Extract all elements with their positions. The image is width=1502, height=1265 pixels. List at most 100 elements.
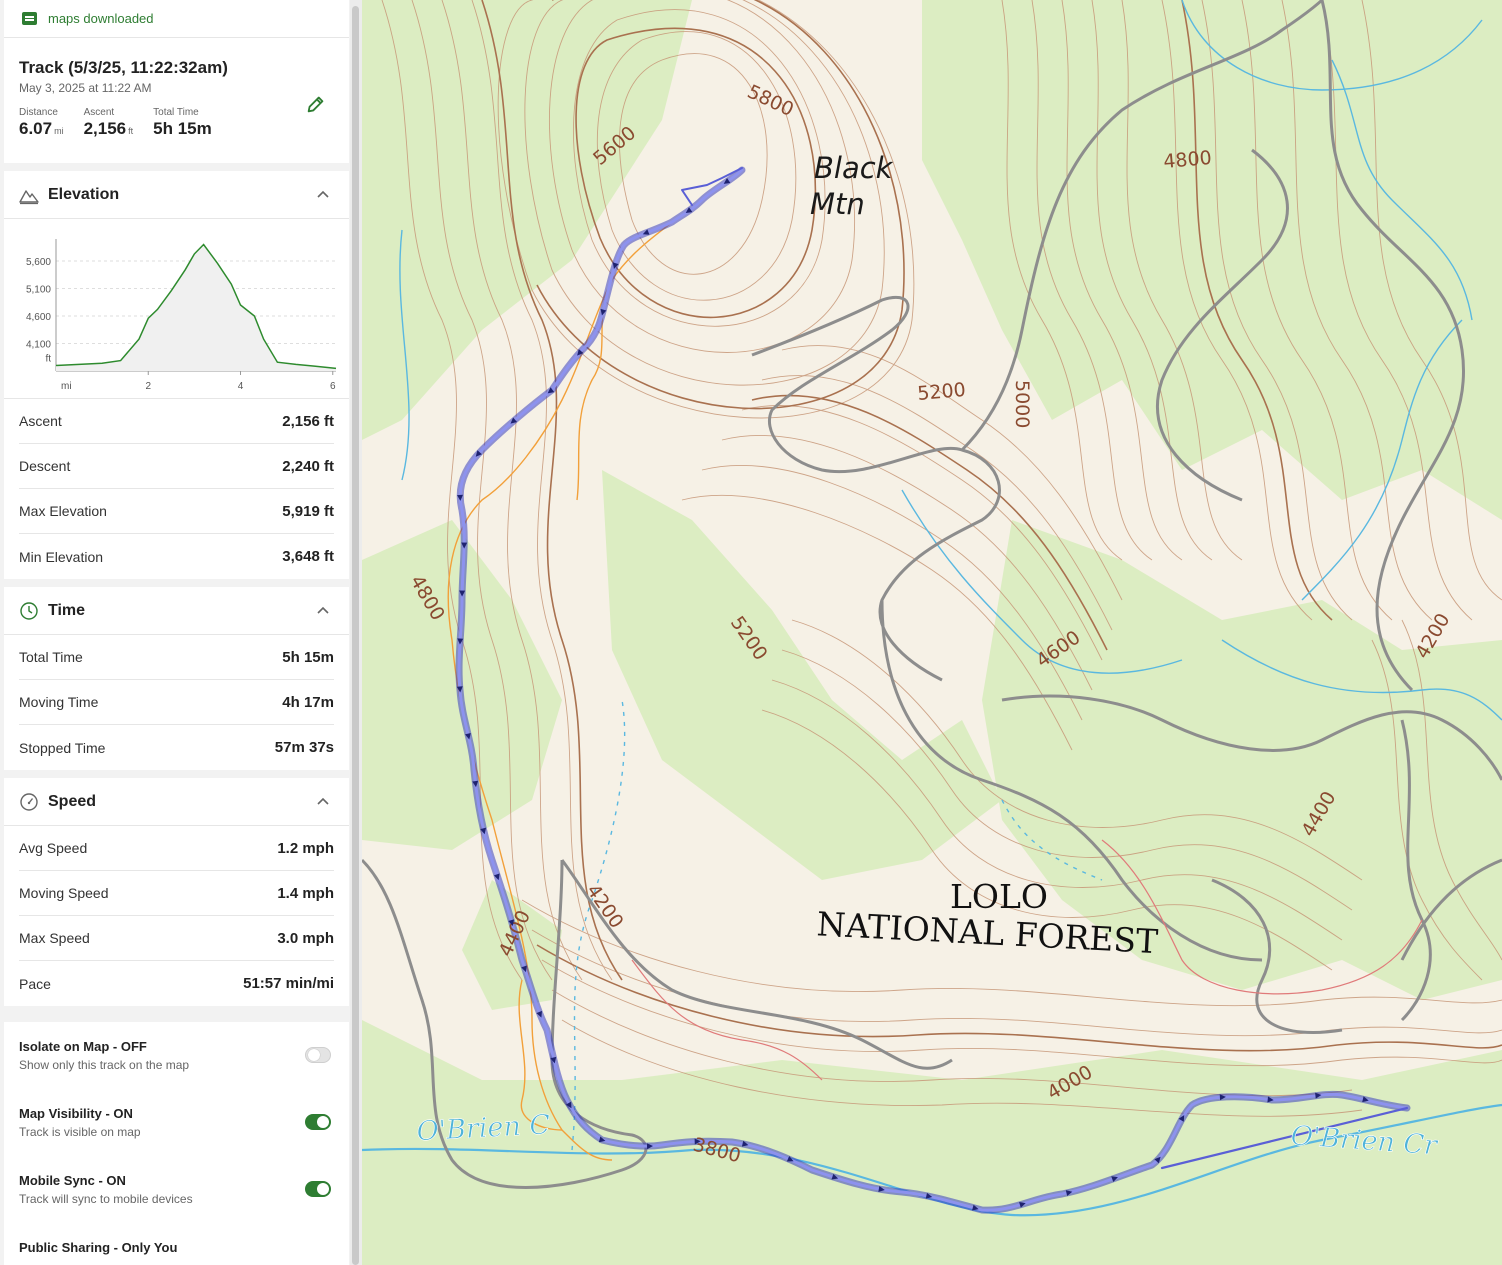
row-value: 2,240 ft [282, 457, 334, 475]
row-value: 2,156 ft [282, 412, 334, 430]
y-tick-label: 4,600 [26, 312, 51, 323]
time-stats: Total Time 5h 15m Moving Time 4h 17m Stopp… [4, 635, 349, 770]
contour-label: 5800 [744, 81, 797, 121]
row-value: 57m 37s [274, 739, 334, 756]
maps-downloaded-label: maps downloaded [48, 11, 154, 26]
row-label: Total Time [19, 649, 83, 665]
stat-row: Ascent 2,156 ft [19, 399, 334, 444]
section-divider [4, 770, 349, 778]
x-tick-label: 4 [238, 381, 244, 392]
x-tick-label: 6 [330, 381, 336, 392]
clock-icon [20, 601, 38, 620]
row-value: 1.4 mph [277, 884, 334, 902]
speed-title: Speed [48, 792, 97, 810]
time-section-header[interactable]: Time [4, 587, 349, 635]
row-value: 3.0 mph [277, 929, 334, 947]
stat-distance: Distance 6.07 mi [19, 107, 64, 139]
section-divider [4, 579, 349, 587]
section-divider [4, 163, 349, 171]
setting-label: Mobile Sync - ON [19, 1173, 126, 1188]
row-label: Min Elevation [19, 548, 104, 565]
y-tick-label: 5,600 [26, 257, 51, 268]
scrollbar-thumb[interactable] [352, 6, 359, 1265]
row-value: 3,648 ft [282, 548, 334, 565]
stat-value: 2,156 ft [83, 119, 134, 138]
speedometer-icon [20, 792, 38, 811]
y-unit-label: ft [45, 353, 51, 364]
edit-pencil-icon[interactable] [305, 93, 327, 115]
maps-downloaded-bar[interactable]: maps downloaded [4, 0, 349, 38]
contour-label: 4200 [582, 880, 628, 932]
stat-label: Distance [19, 107, 58, 118]
chevron-up-icon[interactable] [317, 796, 329, 806]
contour-label: 5000 [1011, 380, 1033, 428]
row-label: Max Speed [19, 930, 90, 946]
contour-label: 4800 [1163, 147, 1213, 173]
isolate-toggle[interactable] [305, 1047, 331, 1063]
row-value: 4h 17m [282, 693, 334, 711]
row-label: Max Elevation [19, 503, 107, 519]
elevation-section-header[interactable]: Elevation [4, 171, 349, 219]
stat-value: 5h 15m [153, 119, 212, 138]
row-value: 1.2 mph [277, 839, 334, 857]
stat-row: Descent 2,240 ft [19, 444, 334, 489]
map-canvas[interactable]: Black Mtn LOLO NATIONAL FOREST O'Brien C… [362, 0, 1502, 1265]
mountain-icon [19, 189, 39, 204]
toggle-knob [317, 1183, 329, 1195]
map-visibility-toggle[interactable] [305, 1114, 331, 1130]
row-label: Avg Speed [19, 840, 88, 856]
mobile-sync-setting: Mobile Sync - ON Track will sync to mobi… [4, 1156, 349, 1223]
chevron-up-icon[interactable] [317, 605, 329, 615]
stat-row: Min Elevation 3,648 ft [19, 534, 334, 579]
row-label: Moving Time [19, 694, 99, 710]
stat-row: Max Speed 3.0 mph [19, 916, 334, 961]
row-label: Moving Speed [19, 885, 109, 901]
elevation-stats: Ascent 2,156 ft Descent 2,240 ft Max Eleva… [4, 399, 349, 579]
elevation-area [56, 244, 336, 371]
x-unit-label: mi [61, 381, 72, 392]
public-sharing-setting[interactable]: Public Sharing - Only You [4, 1223, 349, 1265]
speed-stats: Avg Speed 1.2 mph Moving Speed 1.4 mph Max… [4, 826, 349, 1006]
stat-row: Avg Speed 1.2 mph [19, 826, 334, 871]
stat-total-time: Total Time 5h 15m [153, 107, 212, 139]
stat-label: Total Time [153, 107, 199, 118]
x-tick-label: 2 [145, 381, 151, 392]
stat-row: Moving Time 4h 17m [19, 680, 334, 725]
speed-section-header[interactable]: Speed [4, 778, 349, 826]
section-divider [4, 1006, 349, 1022]
elevation-chart-svg: 5,600 5,100 4,600 4,100 ft mi 2 4 6 [26, 239, 337, 392]
stat-row: Stopped Time 57m 37s [19, 725, 334, 770]
elevation-chart[interactable]: 5,600 5,100 4,600 4,100 ft mi 2 4 6 [4, 219, 349, 399]
stat-ascent: Ascent 2,156 ft [84, 107, 134, 139]
stat-row: Moving Speed 1.4 mph [19, 871, 334, 916]
track-header: Track (5/3/25, 11:22:32am) May 3, 2025 a… [4, 38, 349, 163]
peak-label: Mtn [810, 187, 865, 221]
isolate-on-map-setting: Isolate on Map - OFF Show only this trac… [4, 1022, 349, 1089]
topographic-map[interactable]: Black Mtn LOLO NATIONAL FOREST O'Brien C… [362, 0, 1502, 1265]
toggle-knob [308, 1049, 320, 1061]
row-label: Pace [19, 975, 51, 992]
row-value: 5,919 ft [282, 502, 334, 520]
track-date: May 3, 2025 at 11:22 AM [19, 81, 152, 95]
setting-desc: Track is visible on map [19, 1125, 141, 1139]
vegetation-layer [362, 0, 1502, 1265]
stat-row: Max Elevation 5,919 ft [19, 489, 334, 534]
folder-icon [22, 12, 37, 25]
y-tick-label: 5,100 [26, 285, 51, 296]
setting-label: Map Visibility - ON [19, 1106, 133, 1121]
track-details-panel: maps downloaded Track (5/3/25, 11:22:32a… [0, 0, 362, 1265]
row-value: 5h 15m [282, 648, 334, 666]
summary-stats: Distance 6.07 mi Ascent 2,156 ft Total Tim… [19, 107, 334, 139]
row-value: 51:57 min/mi [243, 975, 334, 992]
setting-desc: Show only this track on the map [19, 1058, 190, 1072]
mobile-sync-toggle[interactable] [305, 1181, 331, 1197]
forest-label: LOLO [950, 877, 1048, 916]
row-label: Descent [19, 458, 71, 474]
y-tick-label: 4,100 [26, 340, 51, 351]
setting-label: Public Sharing - Only You [19, 1240, 178, 1255]
track-settings: Isolate on Map - OFF Show only this trac… [4, 1022, 349, 1265]
chevron-up-icon[interactable] [317, 189, 329, 199]
setting-desc: Track will sync to mobile devices [19, 1192, 193, 1206]
elevation-title: Elevation [48, 185, 120, 203]
stat-row: Total Time 5h 15m [19, 635, 334, 680]
